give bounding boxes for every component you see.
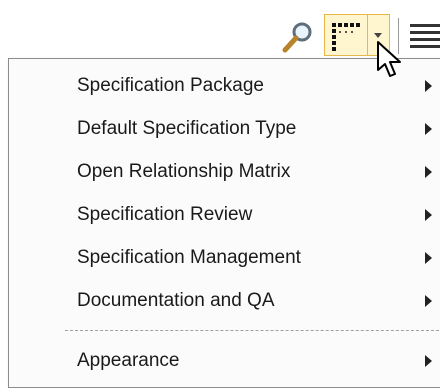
submenu-arrow-icon [425, 209, 432, 221]
menu-item-label: Default Specification Type [77, 118, 297, 139]
search-icon [282, 22, 312, 53]
context-menu: Specification Package Default Specificat… [8, 58, 440, 388]
menu-separator [65, 330, 440, 331]
menu-item-specification-review[interactable]: Specification Review [9, 194, 440, 236]
matrix-view-icon [332, 23, 360, 51]
submenu-arrow-icon [425, 252, 432, 264]
dropdown-arrow-icon[interactable] [374, 33, 382, 38]
search-button[interactable] [280, 20, 316, 54]
menu-item-label: Specification Package [77, 75, 264, 96]
submenu-arrow-icon [425, 295, 432, 307]
menu-item-appearance[interactable]: Appearance [9, 340, 440, 382]
submenu-arrow-icon [425, 166, 432, 178]
menu-item-label: Documentation and QA [77, 290, 275, 311]
menu-item-default-specification-type[interactable]: Default Specification Type [9, 108, 440, 150]
menu-item-label: Appearance [77, 350, 180, 371]
submenu-arrow-icon [425, 355, 432, 367]
split-divider [367, 15, 368, 55]
menu-item-specification-management[interactable]: Specification Management [9, 237, 440, 279]
menu-lines-button[interactable] [408, 20, 440, 52]
mouse-pointer-icon [377, 41, 401, 77]
toolbar [0, 0, 440, 62]
submenu-arrow-icon [425, 123, 432, 135]
menu-item-open-relationship-matrix[interactable]: Open Relationship Matrix [9, 151, 440, 193]
menu-item-label: Specification Review [77, 204, 253, 225]
submenu-arrow-icon [425, 80, 432, 92]
menu-lines-icon [410, 24, 440, 27]
menu-item-label: Specification Management [77, 247, 301, 268]
menu-item-label: Open Relationship Matrix [77, 161, 291, 182]
menu-item-documentation-and-qa[interactable]: Documentation and QA [9, 280, 440, 322]
